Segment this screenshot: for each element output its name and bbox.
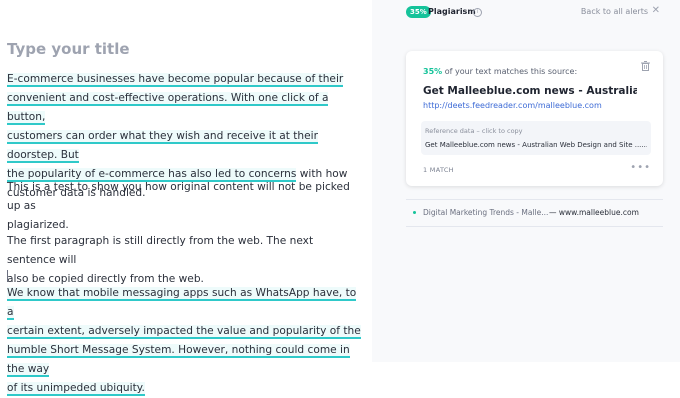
text: This is a test to show you how original …: [7, 181, 350, 212]
panel-title: Plagiarism: [428, 7, 476, 16]
info-icon[interactable]: i: [473, 8, 482, 17]
paragraph-4[interactable]: We know that mobile messaging apps such …: [7, 284, 362, 398]
highlighted-text[interactable]: of its unimpeded ubiquity.: [7, 382, 145, 396]
highlighted-text[interactable]: E-commerce businesses have become popula…: [7, 73, 344, 87]
text: The first paragraph is still directly fr…: [7, 235, 314, 266]
alternate-source-domain: — www.malleeblue.com: [549, 208, 639, 217]
alternate-source-item[interactable]: Digital Marketing Trends - Malle... — ww…: [406, 199, 663, 227]
source-card[interactable]: 35% of your text matches this source: Ge…: [406, 51, 663, 186]
more-options-icon[interactable]: •••: [630, 162, 651, 173]
bullet-icon: [413, 211, 416, 214]
source-url-link[interactable]: http://deets.feedreader.com/malleeblue.c…: [423, 101, 602, 110]
highlighted-text[interactable]: We know that mobile messaging apps such …: [7, 287, 357, 320]
paragraph-3[interactable]: The first paragraph is still directly fr…: [7, 232, 362, 289]
highlighted-text[interactable]: customers can order what they wish and r…: [7, 130, 318, 163]
highlighted-text[interactable]: certain extent, adversely impacted the v…: [7, 325, 361, 339]
alternate-source-title: Digital Marketing Trends - Malle...: [423, 208, 549, 217]
trash-icon[interactable]: [641, 61, 650, 71]
match-summary: 35% of your text matches this source:: [423, 67, 578, 76]
match-count: 1 MATCH: [423, 166, 454, 174]
text-cursor: [7, 270, 8, 282]
title-input[interactable]: Type your title: [7, 40, 130, 58]
highlighted-text[interactable]: convenient and cost-effective operations…: [7, 92, 329, 125]
editor-pane[interactable]: Type your title E-commerce businesses ha…: [0, 0, 372, 396]
reference-label: Reference data – click to copy: [425, 127, 523, 135]
close-icon[interactable]: ✕: [652, 5, 660, 17]
highlighted-text[interactable]: humble Short Message System. However, no…: [7, 344, 350, 377]
plagiarism-panel: 35% Plagiarism i Back to all alerts ✕ 35…: [372, 0, 680, 362]
back-to-alerts-link[interactable]: Back to all alerts: [581, 6, 648, 18]
text: plagiarized.: [7, 219, 69, 231]
reference-text: Get Malleeblue.com news - Australian Web…: [425, 141, 647, 149]
source-title: Get Malleeblue.com news - Australian Web…: [423, 85, 637, 97]
reference-data-box[interactable]: Reference data – click to copy Get Malle…: [421, 121, 651, 155]
paragraph-2[interactable]: This is a test to show you how original …: [7, 178, 362, 235]
panel-header: 35% Plagiarism i Back to all alerts ✕: [406, 5, 680, 20]
